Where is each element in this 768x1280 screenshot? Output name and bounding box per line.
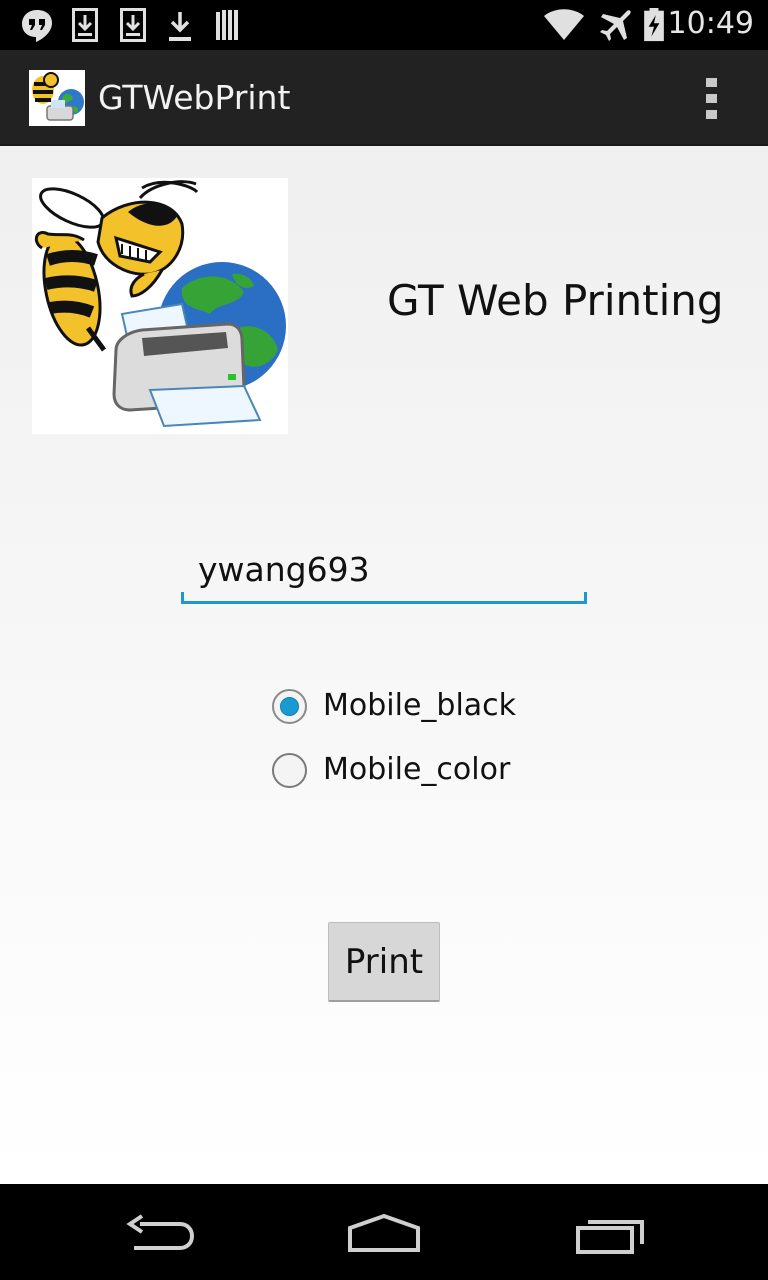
input-underline-right-tick bbox=[584, 592, 587, 602]
battery-icon bbox=[644, 8, 664, 42]
radio-label-mobile-black: Mobile_black bbox=[323, 688, 517, 723]
overflow-menu-icon[interactable] bbox=[700, 76, 724, 122]
library-icon bbox=[216, 10, 238, 40]
radio-button-unchecked[interactable] bbox=[272, 753, 307, 788]
clock: 10:49 bbox=[667, 6, 754, 41]
page-heading: GT Web Printing bbox=[387, 276, 724, 325]
radio-mobile-color[interactable]: Mobile_color bbox=[272, 752, 522, 792]
airplane-mode-icon bbox=[600, 10, 631, 41]
status-bar: 10:49 bbox=[0, 0, 768, 50]
action-bar: GTWebPrint bbox=[0, 50, 768, 146]
radio-mobile-black[interactable]: Mobile_black bbox=[272, 688, 522, 728]
radio-label-mobile-color: Mobile_color bbox=[323, 752, 511, 787]
print-button[interactable]: Print bbox=[328, 922, 440, 1002]
radio-button-checked[interactable] bbox=[272, 689, 307, 724]
recent-apps-icon[interactable] bbox=[574, 1214, 646, 1256]
hangouts-icon bbox=[22, 10, 52, 42]
download-icon bbox=[169, 12, 191, 41]
home-icon[interactable] bbox=[346, 1212, 422, 1256]
username-input[interactable] bbox=[181, 548, 587, 604]
download-icon bbox=[120, 8, 146, 42]
navigation-bar bbox=[0, 1184, 768, 1280]
radio-selected-dot bbox=[280, 697, 299, 716]
app-title: GTWebPrint bbox=[98, 78, 291, 117]
download-icon bbox=[72, 8, 98, 42]
back-icon[interactable] bbox=[124, 1214, 196, 1254]
input-underline-left-tick bbox=[181, 592, 184, 602]
gt-logo-image bbox=[32, 178, 288, 434]
wifi-icon bbox=[544, 9, 584, 40]
app-icon[interactable] bbox=[29, 70, 85, 126]
